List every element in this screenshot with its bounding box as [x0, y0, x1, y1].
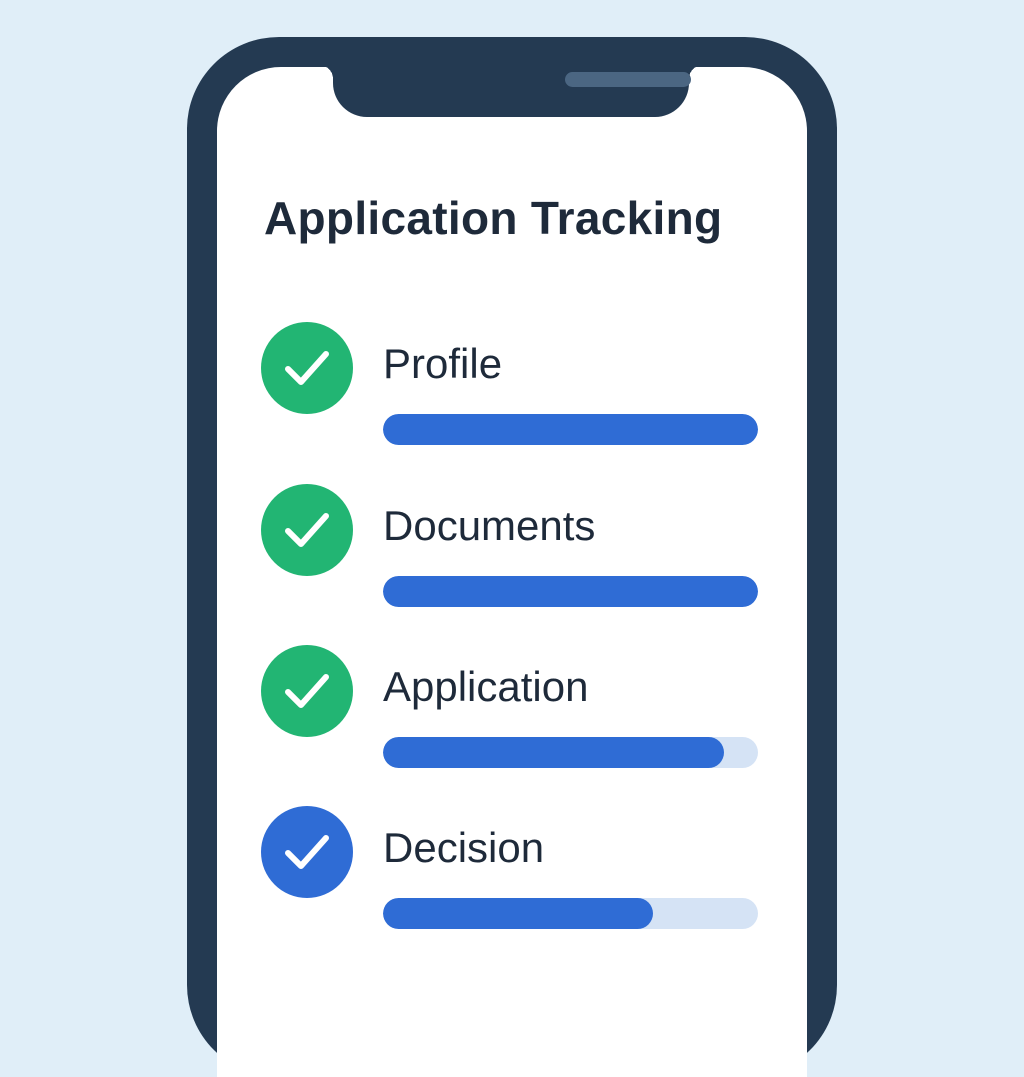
progress-bar: [383, 414, 758, 445]
checkmark-icon: [285, 674, 329, 708]
progress-fill: [383, 737, 725, 768]
page-title: Application Tracking: [264, 192, 723, 244]
step-application[interactable]: Application: [261, 645, 773, 775]
progress-fill: [383, 414, 758, 445]
checkmark-icon: [285, 351, 329, 385]
progress-bar: [383, 737, 758, 768]
progress-bar: [383, 898, 758, 929]
step-label: Decision: [383, 824, 545, 871]
progress-fill: [383, 898, 653, 929]
speaker-grille: [565, 72, 691, 87]
phone-notch: [319, 65, 703, 117]
check-circle-icon: [261, 806, 353, 898]
checkmark-icon: [285, 835, 329, 869]
step-label: Profile: [383, 340, 503, 387]
step-profile[interactable]: Profile: [261, 322, 773, 452]
step-label: Documents: [383, 502, 596, 549]
phone-screen: Application Tracking Profile Documents A…: [217, 65, 807, 1077]
step-decision[interactable]: Decision: [261, 806, 773, 936]
checkmark-icon: [285, 513, 329, 547]
step-documents[interactable]: Documents: [261, 484, 773, 614]
progress-bar: [383, 576, 758, 607]
progress-fill: [383, 576, 758, 607]
check-circle-icon: [261, 322, 353, 414]
check-circle-icon: [261, 484, 353, 576]
check-circle-icon: [261, 645, 353, 737]
step-label: Application: [383, 663, 589, 710]
phone-frame: Application Tracking Profile Documents A…: [187, 37, 837, 1077]
